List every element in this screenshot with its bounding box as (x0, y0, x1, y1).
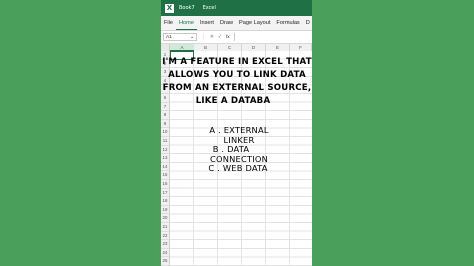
answer-options: A . EXTERNAL LINKER B . DATA CONNECTION … (162, 125, 312, 174)
ribbon-tabs: File Home Insert Draw Page Layout Formul… (161, 16, 312, 31)
row-header[interactable]: 24 (161, 248, 170, 258)
tab-insert[interactable]: Insert (197, 16, 217, 30)
row-header[interactable]: 8 (161, 111, 170, 120)
row-header[interactable]: 22 (161, 231, 170, 241)
more-options-icon[interactable]: ⋮ (201, 35, 206, 40)
tab-draw[interactable]: Draw (217, 16, 236, 30)
question-line: ALLOWS YOU TO LINK DATA (168, 70, 306, 80)
question-text: I'M A FEATURE IN EXCEL THAT ALLOWS YOU T… (162, 56, 312, 108)
workbook-title: Book7 (179, 5, 195, 11)
row-header[interactable]: 21 (161, 223, 170, 232)
row-header[interactable]: 19 (161, 205, 170, 215)
chevron-down-icon[interactable]: ⌄ (190, 35, 194, 40)
excel-logo-icon: X (165, 3, 174, 13)
tab-home[interactable]: Home (176, 17, 197, 30)
name-box[interactable]: A1 ⌄ (163, 33, 197, 41)
tab-formulas[interactable]: Formulas (273, 16, 302, 30)
confirm-icon[interactable]: ✓ (218, 35, 222, 40)
select-all-corner[interactable] (161, 44, 170, 51)
cancel-icon[interactable]: ✕ (210, 35, 214, 40)
name-box-value: A1 (166, 34, 172, 40)
title-bar: X Book7 Excel (161, 0, 312, 16)
question-line: FROM AN EXTERNAL SOURCE, (162, 83, 312, 93)
row-header[interactable]: 16 (161, 180, 170, 189)
row-header[interactable]: 23 (161, 240, 170, 249)
row-header[interactable]: 25 (161, 257, 170, 266)
tab-page-layout[interactable]: Page Layout (236, 16, 273, 30)
tab-data[interactable]: D (303, 16, 312, 30)
formula-bar: A1 ⌄ ⋮ ✕ ✓ fx (161, 31, 312, 44)
question-line: LIKE A DATABA (195, 96, 271, 106)
column-header-c[interactable]: C (218, 44, 242, 51)
column-header-b[interactable]: B (194, 44, 218, 51)
tab-file[interactable]: File (161, 16, 176, 30)
row-header[interactable]: 18 (161, 197, 170, 206)
row-header[interactable]: 17 (161, 188, 170, 198)
column-header-d[interactable]: D (242, 44, 266, 51)
app-name: Excel (202, 5, 216, 11)
column-header-a[interactable]: A (170, 44, 194, 51)
question-line: I'M A FEATURE IN EXCEL THAT (162, 57, 312, 67)
row-header[interactable]: 20 (161, 214, 170, 223)
insert-function-button[interactable]: fx (226, 35, 230, 40)
formula-input[interactable] (233, 33, 312, 41)
option-c-line1: C . WEB DATA (208, 163, 268, 173)
column-header-e[interactable]: E (266, 44, 290, 51)
column-header-f[interactable]: F (290, 44, 312, 51)
